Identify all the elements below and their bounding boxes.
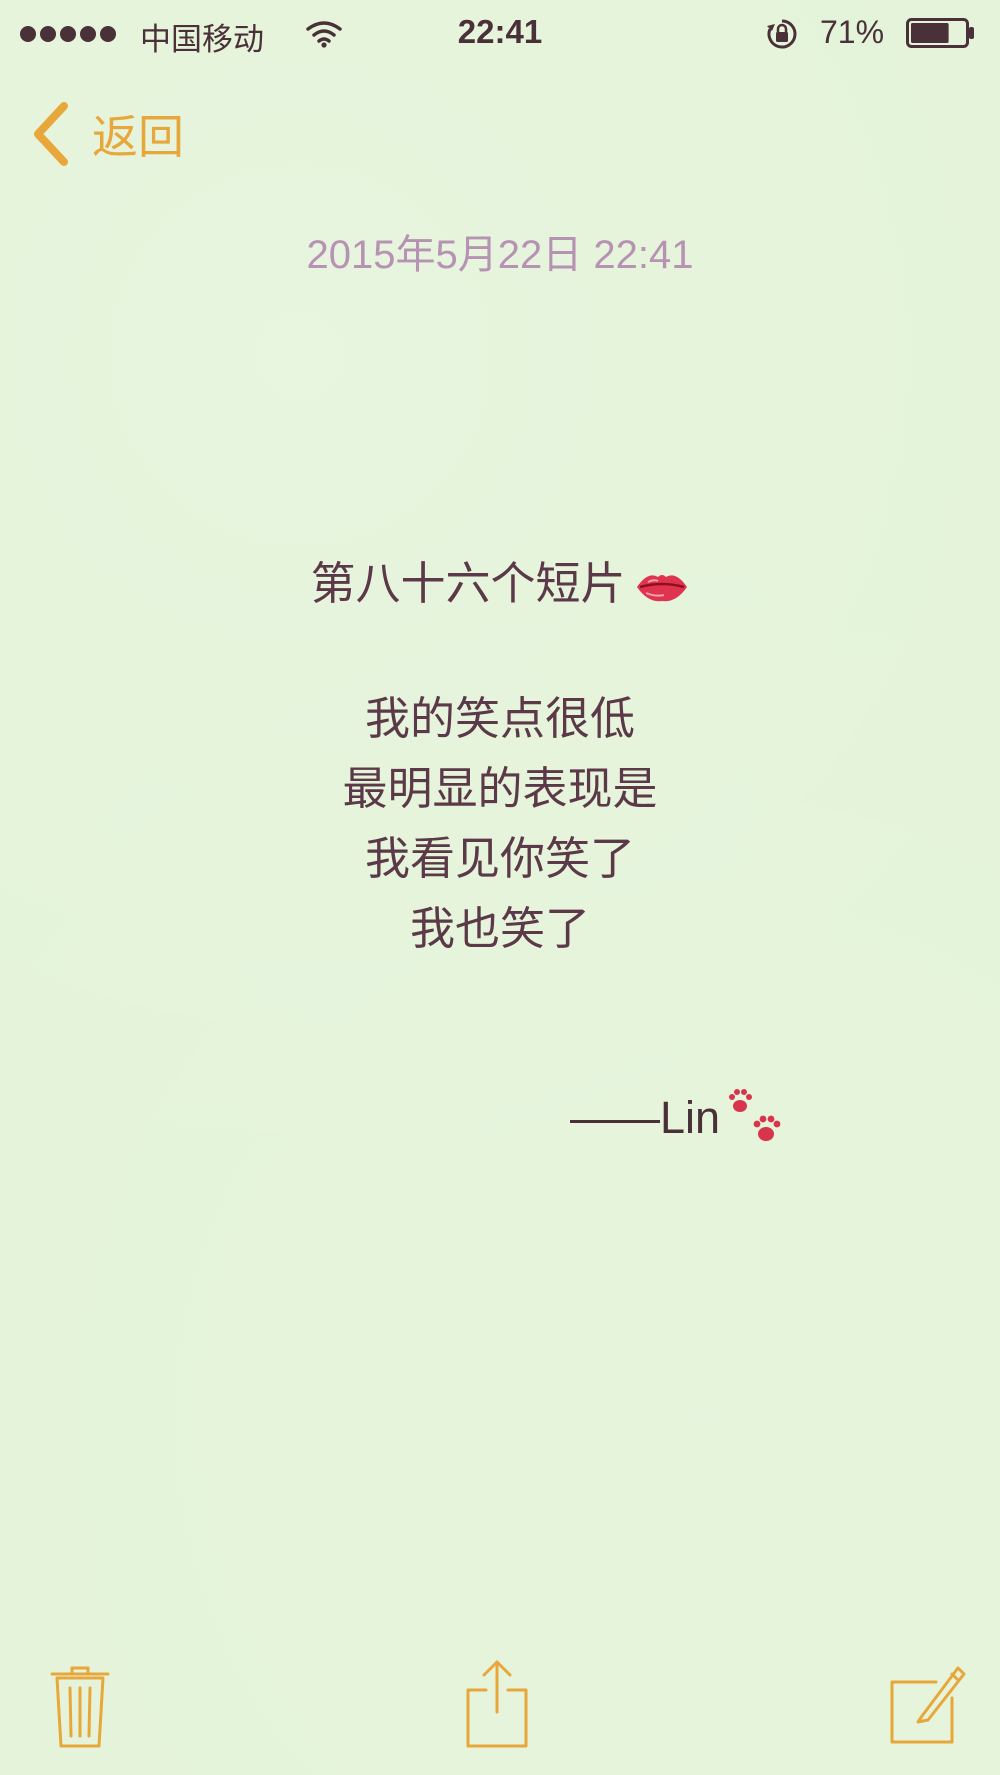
back-label: 返回: [92, 110, 184, 164]
battery-percent: 71%: [820, 14, 885, 50]
chevron-left-icon: [34, 102, 68, 166]
note-line: 我的笑点很低: [364, 692, 635, 745]
rotation-lock-icon: [767, 19, 797, 49]
notes-screen: 中国移动 22:41 71% 返回 2015年5月22日 22:41 第八十六个…: [0, 0, 1000, 1775]
note-line: 最明显的表现是: [342, 762, 658, 815]
note-signature: ——Lin: [570, 1078, 786, 1158]
battery-icon: [906, 18, 974, 48]
note-date: 2015年5月22日 22:41: [306, 233, 694, 277]
signature-text: ——Lin: [570, 1092, 721, 1143]
lips-icon: [636, 575, 687, 602]
note-line: 我也笑了: [409, 902, 590, 955]
trash-icon[interactable]: [48, 1664, 112, 1750]
note-title-line: 第八十六个短片: [0, 546, 1000, 622]
back-button[interactable]: 返回: [28, 94, 184, 174]
note-title: 第八十六个短片: [310, 557, 626, 610]
note-body[interactable]: 第八十六个短片 我的笑点很低 最明显的表现是 我看见你笑了 我也笑了: [0, 546, 1000, 964]
bottom-toolbar: [0, 1650, 1000, 1760]
note-line: 我看见你笑了: [364, 832, 635, 885]
share-icon[interactable]: [464, 1658, 530, 1750]
compose-icon[interactable]: [888, 1660, 966, 1746]
paw-prints-icon: [729, 1089, 781, 1141]
status-bar: 中国移动 22:41 71%: [0, 0, 1000, 66]
